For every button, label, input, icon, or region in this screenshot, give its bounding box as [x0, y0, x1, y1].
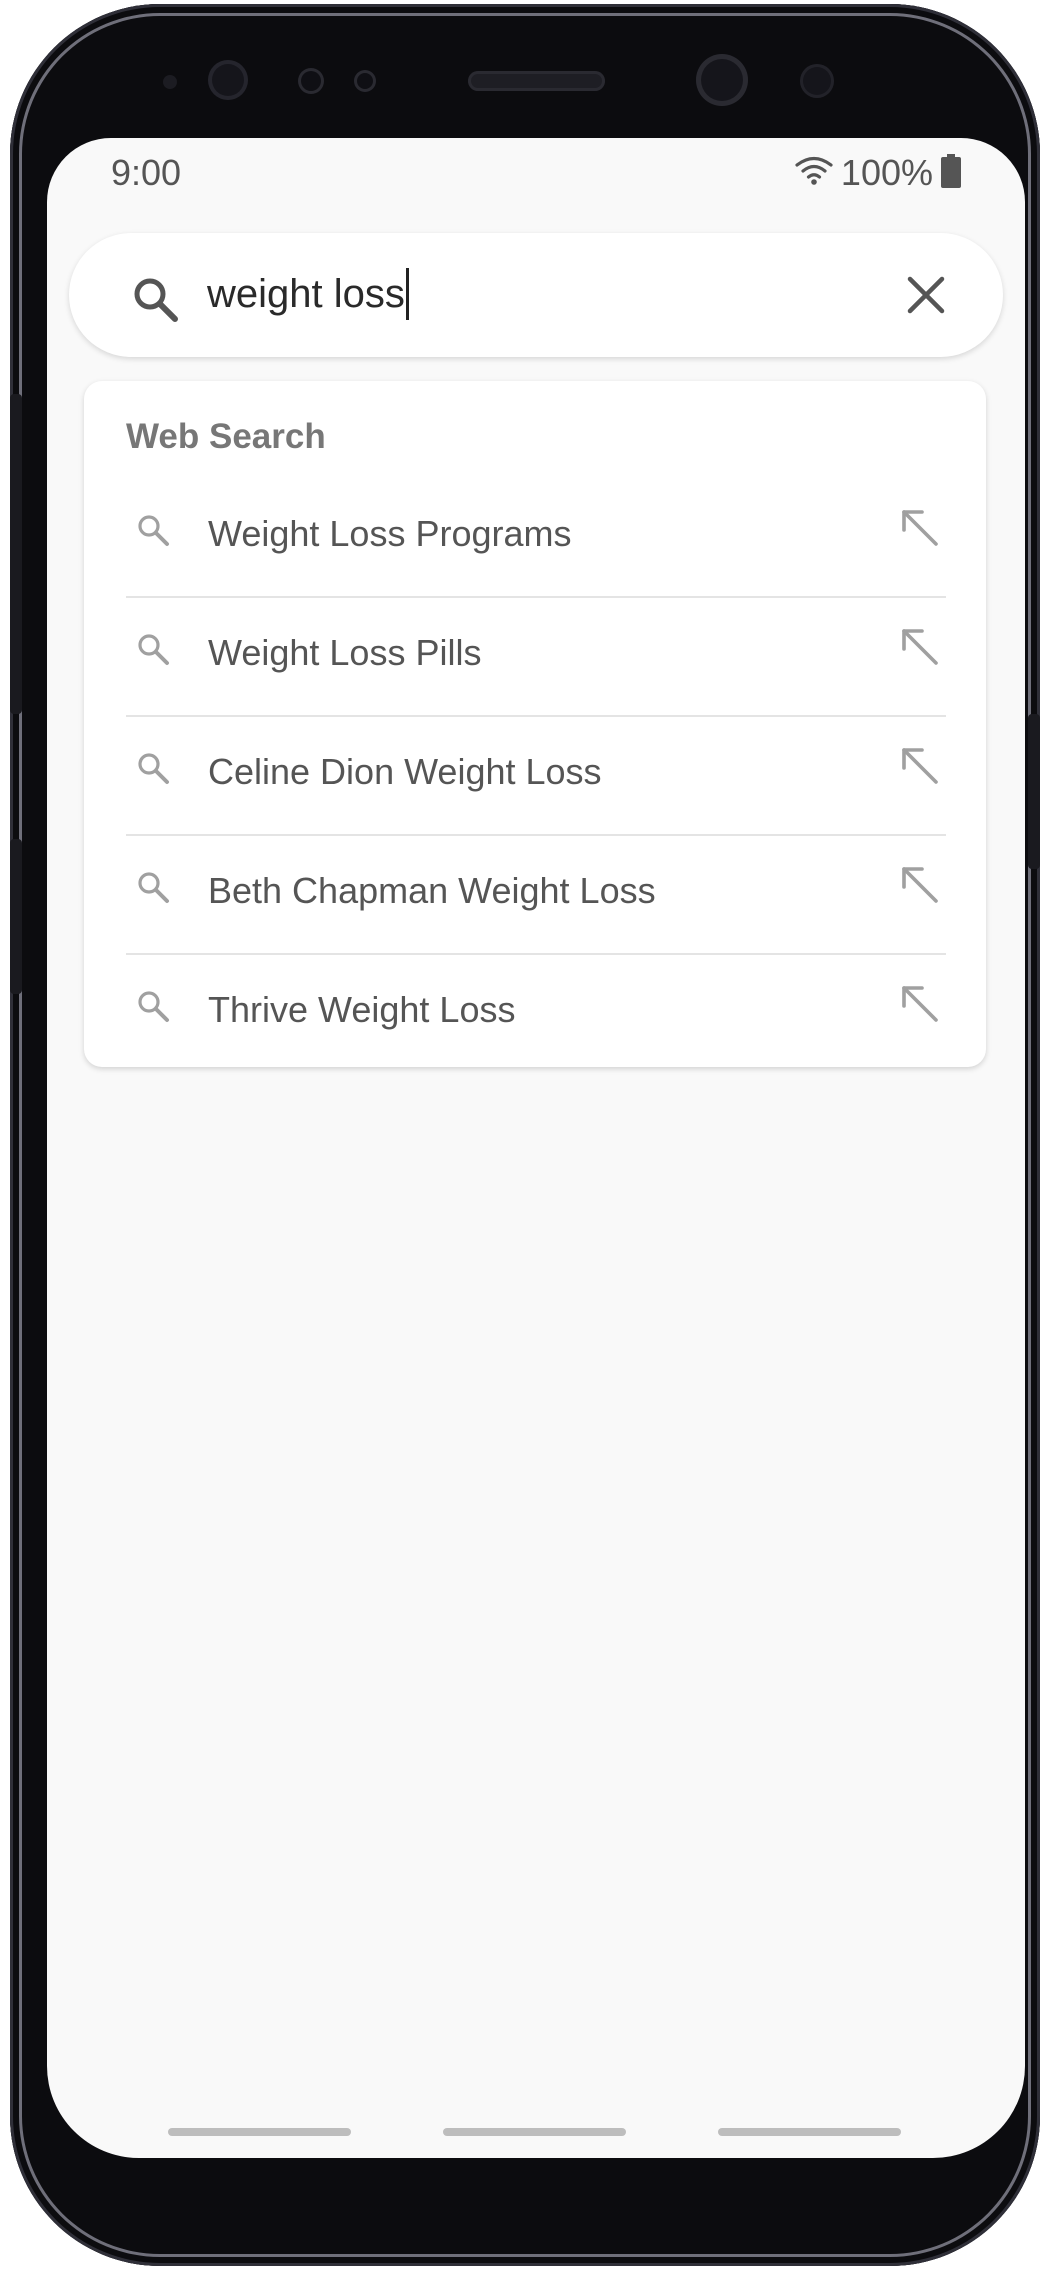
status-time: 9:00 [111, 152, 182, 193]
search-input[interactable]: weight loss [207, 268, 409, 320]
recents-button[interactable] [168, 2128, 351, 2136]
suggestion-label: Beth Chapman Weight Loss [208, 870, 656, 911]
volume-button [10, 394, 22, 714]
suggestion-label: Weight Loss Pills [208, 632, 482, 673]
suggestion-item[interactable]: Thrive Weight Loss [126, 955, 946, 1072]
suggestions-list: Weight Loss Programs Weight Loss Pills C… [126, 479, 946, 1072]
phone-frame: 9:00 100% weight loss Web Search Weight … [10, 4, 1040, 2266]
status-bar: 9:00 100% [47, 138, 1025, 204]
search-query: weight loss [207, 271, 405, 316]
suggestions-card: Web Search Weight Loss Programs Weight L… [84, 381, 986, 1067]
battery-icon [941, 153, 961, 193]
suggestion-item[interactable]: Celine Dion Weight Loss [126, 717, 946, 836]
iris-camera [696, 54, 748, 106]
home-button[interactable] [443, 2128, 626, 2136]
sensor-dot [354, 70, 376, 92]
search-icon [136, 989, 170, 1028]
close-icon[interactable] [907, 276, 945, 319]
sensor-dot [298, 68, 324, 94]
front-camera [208, 60, 248, 100]
search-icon [136, 751, 170, 790]
arrow-up-left-icon[interactable] [898, 744, 942, 793]
text-cursor [405, 268, 409, 320]
back-button[interactable] [718, 2128, 901, 2136]
arrow-up-left-icon[interactable] [898, 506, 942, 555]
arrow-up-left-icon[interactable] [898, 863, 942, 912]
earpiece-speaker [468, 71, 605, 91]
battery-percent: 100% [840, 152, 933, 193]
suggestion-label: Thrive Weight Loss [208, 989, 516, 1030]
sensor-dot [163, 75, 177, 89]
power-button [1028, 714, 1040, 869]
navigation-bar [47, 2128, 1025, 2140]
screen: 9:00 100% weight loss Web Search Weight … [47, 138, 1025, 2158]
search-icon [136, 513, 170, 552]
suggestion-item[interactable]: Weight Loss Programs [126, 479, 946, 598]
search-icon [136, 870, 170, 909]
suggestion-label: Weight Loss Programs [208, 513, 572, 554]
sensor-dot [800, 64, 834, 98]
suggestion-item[interactable]: Weight Loss Pills [126, 598, 946, 717]
search-icon [131, 275, 179, 328]
suggestion-item[interactable]: Beth Chapman Weight Loss [126, 836, 946, 955]
wifi-icon [795, 156, 833, 191]
search-bar[interactable]: weight loss [69, 233, 1003, 357]
arrow-up-left-icon[interactable] [898, 982, 942, 1031]
bixby-button [10, 839, 22, 994]
status-indicators: 100% [795, 152, 961, 194]
search-icon [136, 632, 170, 671]
suggestions-header: Web Search [126, 417, 326, 456]
suggestion-label: Celine Dion Weight Loss [208, 751, 602, 792]
arrow-up-left-icon[interactable] [898, 625, 942, 674]
